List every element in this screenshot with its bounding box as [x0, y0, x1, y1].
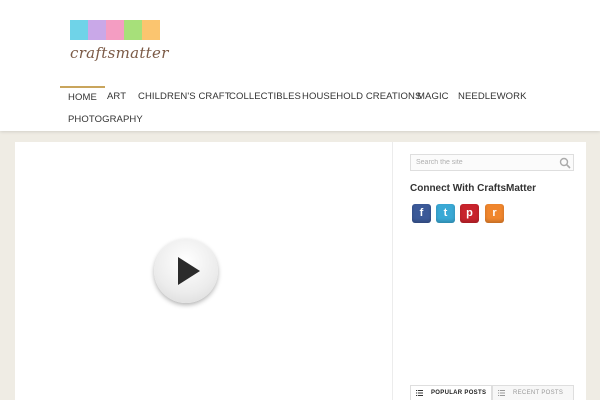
site-logo[interactable]: craftsmatter	[70, 20, 169, 68]
facebook-icon[interactable]: f	[412, 204, 431, 223]
tab-label: POPULAR POSTS	[431, 390, 487, 396]
nav-item-collectibles[interactable]: COLLECTIBLES	[229, 86, 301, 108]
logo-flag-1	[70, 20, 88, 40]
logo-flag-4	[124, 20, 142, 40]
logo-flag-3	[106, 20, 124, 40]
list-icon	[498, 390, 505, 396]
tab-recent-posts[interactable]: RECENT POSTS	[492, 385, 574, 400]
posts-tabs: POPULAR POSTS RECENT POSTS	[410, 385, 574, 400]
nav-item-childrens-craft[interactable]: CHILDREN'S CRAFT	[138, 86, 231, 108]
search-icon[interactable]	[559, 157, 571, 169]
pinterest-icon[interactable]: p	[460, 204, 479, 223]
play-button[interactable]	[154, 239, 218, 303]
play-icon	[178, 257, 200, 285]
list-icon	[416, 390, 423, 396]
search-box	[410, 154, 574, 171]
nav-item-photography[interactable]: PHOTOGRAPHY	[68, 109, 143, 131]
nav-item-household-creations[interactable]: HOUSEHOLD CREATIONS	[302, 86, 421, 108]
logo-text: craftsmatter	[70, 44, 169, 62]
connect-heading: Connect With CraftsMatter	[410, 183, 537, 194]
rss-icon[interactable]: r	[485, 204, 504, 223]
nav-item-magic[interactable]: MAGIC	[417, 86, 449, 108]
nav-item-home[interactable]: HOME	[60, 86, 105, 108]
logo-flag-2	[88, 20, 106, 40]
tab-popular-posts[interactable]: POPULAR POSTS	[410, 385, 492, 400]
search-input[interactable]	[411, 155, 551, 170]
content-area: Connect With CraftsMatter f t p r POPULA…	[15, 142, 586, 400]
logo-flag-5	[142, 20, 160, 40]
site-header: craftsmatter HOME ART CHILDREN'S CRAFT C…	[0, 0, 600, 131]
tab-label: RECENT POSTS	[513, 390, 564, 396]
twitter-icon[interactable]: t	[436, 204, 455, 223]
video-player[interactable]	[15, 142, 391, 400]
nav-item-needlework[interactable]: NEEDLEWORK	[458, 86, 527, 108]
sidebar-divider	[392, 142, 393, 400]
nav-item-art[interactable]: ART	[107, 86, 126, 108]
